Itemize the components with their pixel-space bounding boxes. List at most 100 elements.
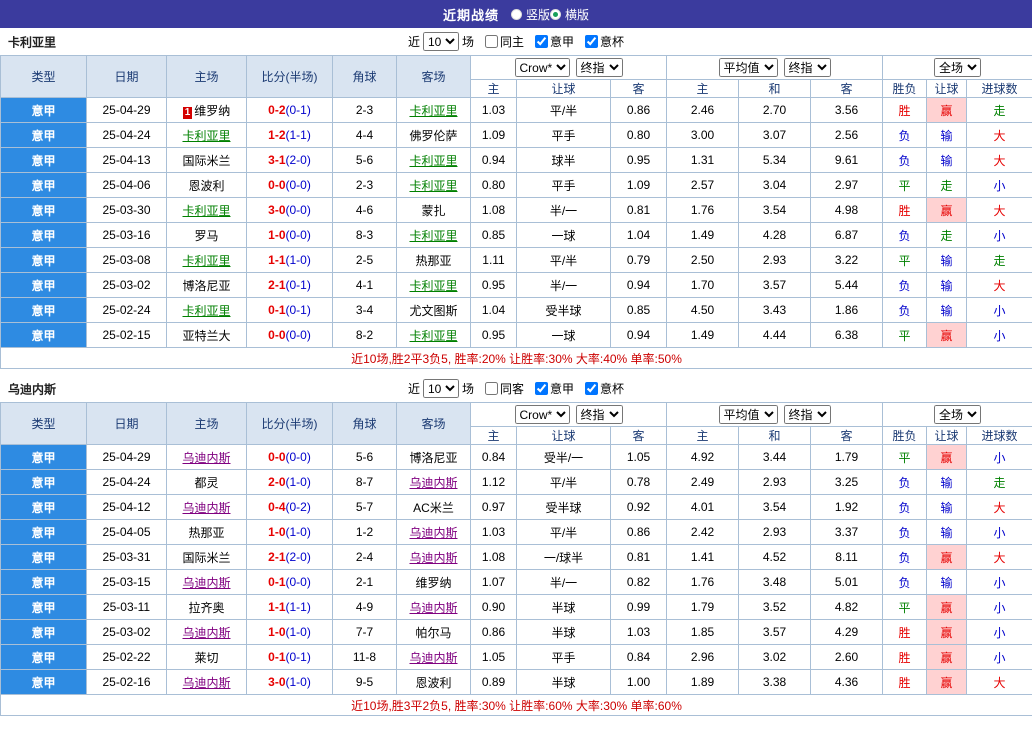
scope-select[interactable]: 全场 (934, 405, 982, 424)
away-team-link[interactable]: 乌迪内斯 (409, 601, 457, 615)
filter-checkbox[interactable] (535, 35, 548, 48)
match-count-select[interactable]: 10 (422, 32, 459, 51)
league-cell: 意甲 (0, 469, 87, 495)
home-team-link[interactable]: 乌迪内斯 (182, 501, 230, 515)
euro-final-select[interactable]: 终指 (783, 405, 831, 424)
away-team-link[interactable]: 维罗纳 (415, 576, 451, 590)
away-team-link[interactable]: 博洛尼亚 (409, 451, 457, 465)
filter-checkbox[interactable] (535, 382, 548, 395)
home-team-link[interactable]: 拉齐奥 (188, 601, 224, 615)
asian-home-odds: 0.95 (470, 322, 517, 348)
home-team-link[interactable]: 乌迪内斯 (182, 576, 230, 590)
away-team-link[interactable]: 帕尔马 (415, 626, 451, 640)
corners-cell: 5-6 (332, 147, 397, 173)
home-team-link[interactable]: 卡利亚里 (182, 304, 230, 318)
date-cell: 25-02-24 (86, 297, 167, 323)
league-cell: 意甲 (0, 247, 87, 273)
asian-home-odds: 1.05 (470, 644, 517, 670)
home-team-link[interactable]: 博洛尼亚 (182, 279, 230, 293)
scope-select[interactable]: 全场 (934, 58, 982, 77)
filter-checkbox[interactable] (484, 382, 498, 395)
euro-draw-odds: 3.54 (738, 494, 812, 520)
column-subheader: 客 (609, 79, 668, 98)
filter-prefix-label: 近 (407, 35, 420, 49)
away-team-link[interactable]: 乌迪内斯 (409, 651, 457, 665)
away-team-link[interactable]: 乌迪内斯 (409, 551, 457, 565)
corners-cell: 1-2 (332, 519, 397, 545)
result-handicap: 赢 (926, 669, 968, 695)
date-cell: 25-03-15 (86, 569, 167, 595)
away-team-link[interactable]: 热那亚 (415, 254, 451, 268)
filter-checkbox-option[interactable]: 意杯 (577, 380, 624, 397)
away-team-link[interactable]: 卡利亚里 (409, 229, 457, 243)
home-team-link[interactable]: 乌迪内斯 (182, 676, 230, 690)
away-team-link[interactable]: 乌迪内斯 (409, 476, 457, 490)
away-team-link[interactable]: 卡利亚里 (409, 329, 457, 343)
home-team-link[interactable]: 亚特兰大 (182, 329, 230, 343)
home-team-link[interactable]: 莱切 (194, 651, 218, 665)
bookmaker-select[interactable]: Crow* (514, 58, 570, 77)
filter-checkbox[interactable] (585, 35, 599, 48)
asian-handicap: 半/一 (516, 272, 611, 298)
away-team-link[interactable]: 卡利亚里 (409, 104, 457, 118)
fulltime-score: 3-1 (268, 153, 286, 167)
filter-checkbox-option[interactable]: 同客 (477, 380, 524, 397)
home-team-link[interactable]: 乌迪内斯 (182, 451, 230, 465)
home-team-link[interactable]: 都灵 (194, 476, 218, 490)
matches-table: 类型 日期 主场 比分(半场) 角球 客场 Crow* 终指 平均值 终指 全场主让球客主和客胜负让… (0, 402, 1032, 716)
away-team-link[interactable]: 佛罗伦萨 (409, 129, 457, 143)
filter-checkbox-option[interactable]: 意杯 (577, 33, 624, 50)
away-team-link[interactable]: AC米兰 (413, 501, 454, 515)
away-team-link[interactable]: 蒙扎 (421, 204, 445, 218)
home-team-link[interactable]: 卡利亚里 (182, 129, 230, 143)
euro-average-select[interactable]: 平均值 (718, 58, 778, 77)
column-subheader: 让球 (516, 426, 611, 445)
home-team-link[interactable]: 卡利亚里 (182, 254, 230, 268)
filter-checkbox-label: 意甲 (550, 35, 575, 49)
away-team-link[interactable]: 卡利亚里 (409, 154, 457, 168)
match-count-select[interactable]: 10 (422, 379, 459, 398)
league-cell: 意甲 (0, 322, 87, 348)
match-row: 意甲 25-03-31 国际米兰 2-1(2-0) 2-4 乌迪内斯 1.08 一/球半 0.8… (0, 544, 1032, 570)
layout-option[interactable]: 竖版 (510, 6, 550, 23)
away-team-link[interactable]: 恩波利 (415, 676, 451, 690)
away-team-link[interactable]: 尤文图斯 (409, 304, 457, 318)
euro-home-odds: 1.41 (666, 544, 740, 570)
result-handicap: 输 (926, 297, 968, 323)
home-team-link[interactable]: 维罗纳 (194, 104, 230, 118)
filter-checkbox[interactable] (484, 35, 498, 48)
home-team-link[interactable]: 卡利亚里 (182, 204, 230, 218)
away-team-cell: 乌迪内斯 (396, 469, 471, 495)
home-team-link[interactable]: 热那亚 (188, 526, 224, 540)
corners-cell: 5-7 (332, 494, 397, 520)
home-team-link[interactable]: 国际米兰 (182, 551, 230, 565)
home-team-link[interactable]: 恩波利 (188, 179, 224, 193)
column-header: 角球 (332, 402, 397, 445)
asian-away-odds: 1.09 (609, 172, 668, 198)
asian-away-odds: 0.86 (609, 97, 668, 123)
home-team-link[interactable]: 乌迪内斯 (182, 626, 230, 640)
asian-handicap: 半球 (516, 619, 611, 645)
layout-option[interactable]: 横版 (550, 6, 589, 23)
asian-final-select[interactable]: 终指 (575, 58, 623, 77)
filter-checkbox-option[interactable]: 意甲 (527, 33, 574, 50)
away-team-cell: 帕尔马 (396, 619, 471, 645)
filter-checkbox-option[interactable]: 同主 (477, 33, 524, 50)
euro-draw-odds: 3.02 (738, 644, 812, 670)
away-team-link[interactable]: 卡利亚里 (409, 179, 457, 193)
asian-final-select[interactable]: 终指 (575, 405, 623, 424)
match-row: 意甲 25-03-11 拉齐奥 1-1(1-1) 4-9 乌迪内斯 0.90 半球 0.99 1.… (0, 594, 1032, 620)
euro-average-select[interactable]: 平均值 (718, 405, 778, 424)
away-team-link[interactable]: 卡利亚里 (409, 279, 457, 293)
away-team-link[interactable]: 乌迪内斯 (409, 526, 457, 540)
home-team-cell: 乌迪内斯 (166, 569, 247, 595)
halftime-score: (0-1) (285, 278, 311, 292)
bookmaker-select[interactable]: Crow* (514, 405, 570, 424)
home-team-link[interactable]: 罗马 (194, 229, 218, 243)
euro-final-select[interactable]: 终指 (783, 58, 831, 77)
home-team-link[interactable]: 国际米兰 (182, 154, 230, 168)
filter-checkbox-option[interactable]: 意甲 (527, 380, 574, 397)
euro-draw-odds: 2.93 (738, 519, 812, 545)
euro-away-odds: 2.97 (810, 172, 884, 198)
filter-checkbox[interactable] (585, 382, 599, 395)
